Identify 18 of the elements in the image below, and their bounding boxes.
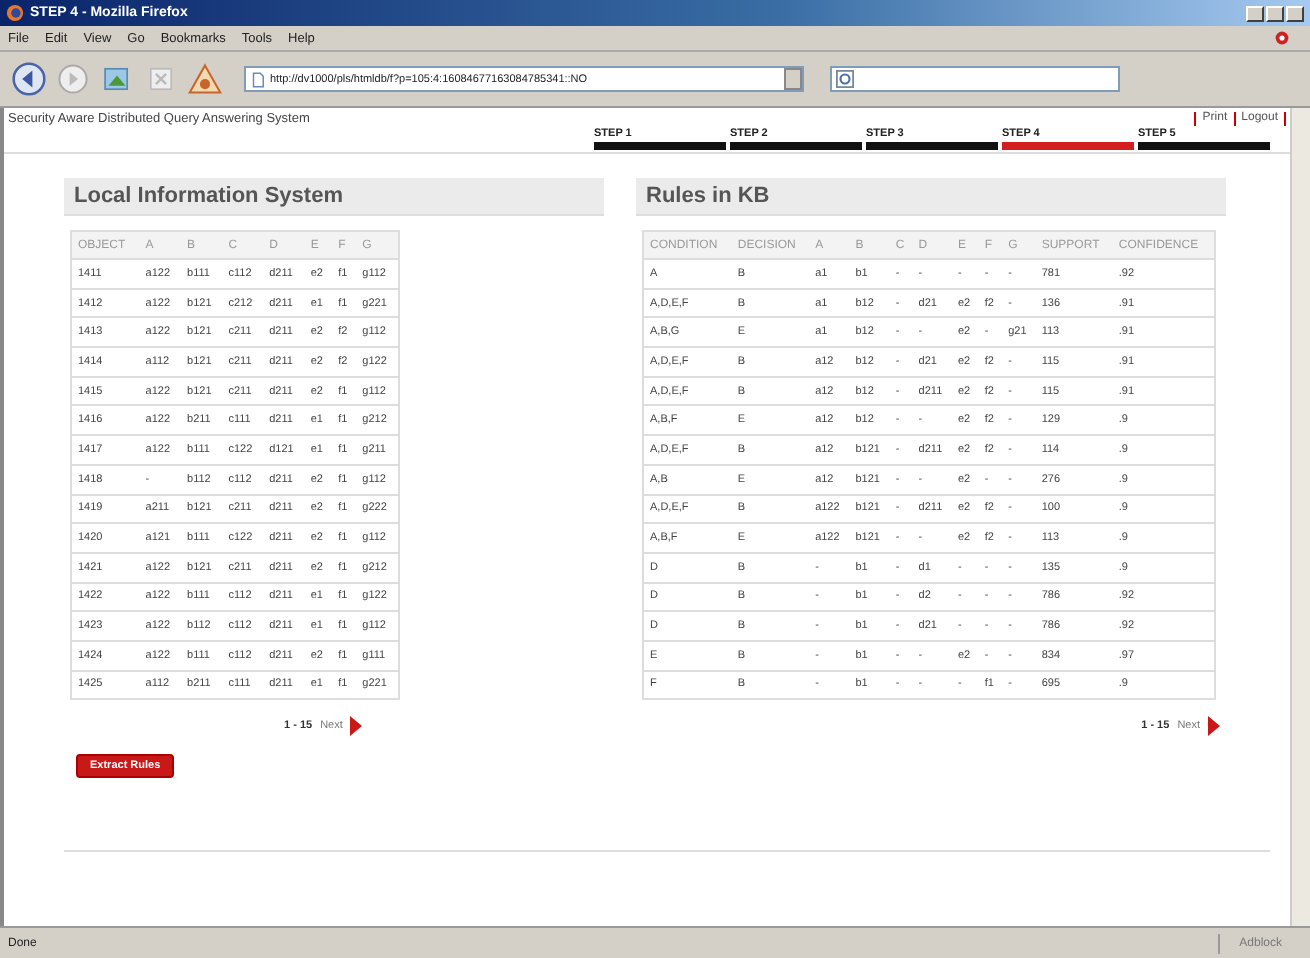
panel-title: Local Information System [64,178,604,216]
next-arrow-icon[interactable] [1208,716,1220,737]
browser-logo-icon [6,4,24,22]
throbber-icon [1274,30,1290,46]
scrollbar[interactable] [1290,108,1310,926]
dropdown-button[interactable] [784,68,802,90]
page-icon [252,71,264,87]
search-engine-icon [836,70,854,88]
minimize-button[interactable] [1246,5,1264,21]
close-button[interactable] [1286,5,1304,21]
stop-icon[interactable] [144,62,178,96]
back-icon[interactable] [12,62,46,96]
next-arrow-icon[interactable] [350,716,363,737]
panel-title: Rules in KB [636,178,1226,216]
maximize-button[interactable] [1266,5,1284,21]
warning-icon[interactable] [188,62,222,96]
forward-icon[interactable] [56,62,90,96]
search-field[interactable] [830,66,1120,92]
